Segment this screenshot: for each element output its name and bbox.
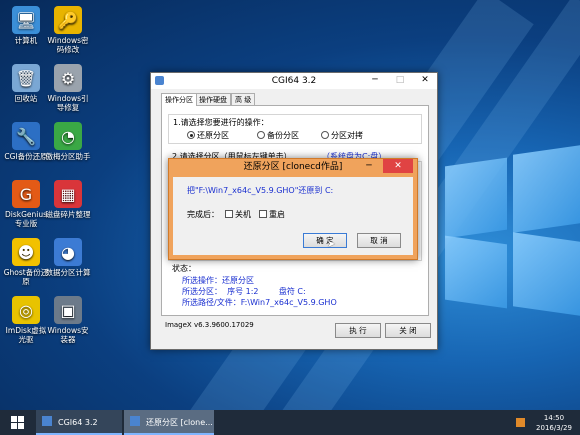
status-group: 状态： 所选操作：还原分区 所选分区： 序号 1:2 盘符 C: 所选路径/文件… <box>168 263 420 311</box>
main-titlebar[interactable]: CGI64 3.2 ─ □ ✕ <box>151 73 437 89</box>
gear-icon: ⚙ <box>54 64 82 92</box>
after-label: 完成后： <box>187 210 219 219</box>
option-restore-label: 还原分区 <box>197 131 229 140</box>
desktop-icon-label: 傲梅分区助手 <box>45 152 91 161</box>
ok-button[interactable]: 确 定 <box>303 233 347 248</box>
clock[interactable]: 14:50 2016/3/29 <box>532 413 576 433</box>
cancel-button[interactable]: 取 消 <box>357 233 401 248</box>
minimize-button[interactable]: ─ <box>363 73 387 87</box>
cubes-icon: ▦ <box>54 180 82 208</box>
disk-pie-icon: ◔ <box>54 122 82 150</box>
cd-icon: ◎ <box>12 296 40 324</box>
start-button[interactable] <box>0 410 34 435</box>
tray-app-icon[interactable] <box>516 418 525 427</box>
step1-label: 1.请选择您要进行的操作： <box>173 118 269 127</box>
status-partition: 所选分区： 序号 1:2 盘符 C: <box>182 287 306 296</box>
restart-checkbox[interactable] <box>259 210 267 218</box>
computer-icon: 🖥 <box>12 6 40 34</box>
desktop-icon-1[interactable]: 🔑 Windows密 码修改 <box>42 6 94 54</box>
dialog-titlebar[interactable]: 还原分区 [clonecd作品] ─ ✕ <box>169 159 417 175</box>
pie-chart-icon: ◕ <box>54 238 82 266</box>
option-copy[interactable]: 分区对拷 <box>321 130 363 141</box>
desktop-icon-label: Windows安 装器 <box>47 326 89 344</box>
dialog-minimize-button[interactable]: ─ <box>357 159 381 173</box>
status-label: 状态： <box>172 264 196 273</box>
option-backup[interactable]: 备份分区 <box>257 130 299 141</box>
close-button[interactable]: ✕ <box>413 73 437 87</box>
desktop-icon-label: 数据分区计算 <box>45 268 91 277</box>
cgi-task-icon <box>42 416 52 426</box>
key-icon: 🔑 <box>54 6 82 34</box>
execute-button[interactable]: 执 行 <box>335 323 381 338</box>
windows-logo <box>445 140 580 316</box>
restore-radio[interactable] <box>187 131 195 139</box>
shutdown-label: 关机 <box>235 210 251 219</box>
taskbar-item-restore[interactable]: 还原分区 [clone... <box>124 410 214 435</box>
desktop-icon-7[interactable]: ▦ 磁盘碎片整理 <box>42 180 94 219</box>
diskgenius-icon: G <box>12 180 40 208</box>
copy-radio[interactable] <box>321 131 329 139</box>
restart-label: 重启 <box>269 210 285 219</box>
wrench-icon: 🔧 <box>12 122 40 150</box>
desktop-icon-label: 磁盘碎片整理 <box>45 210 91 219</box>
ghost-icon: ☻ <box>12 238 40 266</box>
option-copy-label: 分区对拷 <box>331 131 363 140</box>
desktop-icon-3[interactable]: ⚙ Windows引 导修复 <box>42 64 94 112</box>
restart-option[interactable]: 重启 <box>259 209 285 220</box>
taskbar-item-cgi[interactable]: CGI64 3.2 <box>36 410 122 435</box>
shutdown-checkbox[interactable] <box>225 210 233 218</box>
main-window-title: CGI64 3.2 <box>271 76 317 86</box>
operation-group: 1.请选择您要进行的操作： 还原分区 备份分区 分区对拷 <box>168 114 422 144</box>
desktop-icon-label: Windows引 导修复 <box>47 94 89 112</box>
dialog-body: 把"F:\Win7_x64c_V5.9.GHO"还原到 C: 完成后： 关机 重… <box>173 177 413 255</box>
windows-start-icon <box>10 416 24 429</box>
window-app-icon <box>155 76 164 85</box>
desktop-icon-11[interactable]: ▣ Windows安 装器 <box>42 296 94 344</box>
installer-icon: ▣ <box>54 296 82 324</box>
backup-radio[interactable] <box>257 131 265 139</box>
option-restore[interactable]: 还原分区 <box>187 130 229 141</box>
desktop-icon-label: Windows密 码修改 <box>47 36 89 54</box>
option-backup-label: 备份分区 <box>267 131 299 140</box>
restore-dialog[interactable]: 还原分区 [clonecd作品] ─ ✕ 把"F:\Win7_x64c_V5.9… <box>168 158 418 260</box>
maximize-button[interactable]: □ <box>388 73 412 87</box>
recycle-bin-icon: 🗑 <box>12 64 40 92</box>
taskbar-item-cgi-label: CGI64 3.2 <box>58 418 98 427</box>
tab-operate-partition[interactable]: 操作分区 <box>161 93 197 106</box>
status-operation: 所选操作：还原分区 <box>182 276 254 285</box>
dialog-close-button[interactable]: ✕ <box>383 159 413 173</box>
desktop-icon-5[interactable]: ◔ 傲梅分区助手 <box>42 122 94 161</box>
imagex-version: ImageX v6.3.9600.17029 <box>165 321 254 329</box>
status-path: 所选路径/文件：F:\Win7_x64c_V5.9.GHO <box>182 298 337 307</box>
shutdown-option[interactable]: 关机 <box>225 209 251 220</box>
dialog-title: 还原分区 [clonecd作品] <box>243 162 343 172</box>
taskbar-item-restore-label: 还原分区 [clone... <box>146 418 213 427</box>
dialog-message: 把"F:\Win7_x64c_V5.9.GHO"还原到 C: <box>187 186 334 195</box>
mouse-cursor-icon: ➤ <box>327 239 336 250</box>
taskbar: CGI64 3.2 还原分区 [clone... 14:50 2016/3/29 <box>0 410 580 435</box>
restore-task-icon <box>130 416 140 426</box>
close-main-button[interactable]: 关 闭 <box>385 323 431 338</box>
clock-date: 2016/3/29 <box>536 424 572 432</box>
desktop-icon-9[interactable]: ◕ 数据分区计算 <box>42 238 94 277</box>
clock-time: 14:50 <box>543 414 565 422</box>
